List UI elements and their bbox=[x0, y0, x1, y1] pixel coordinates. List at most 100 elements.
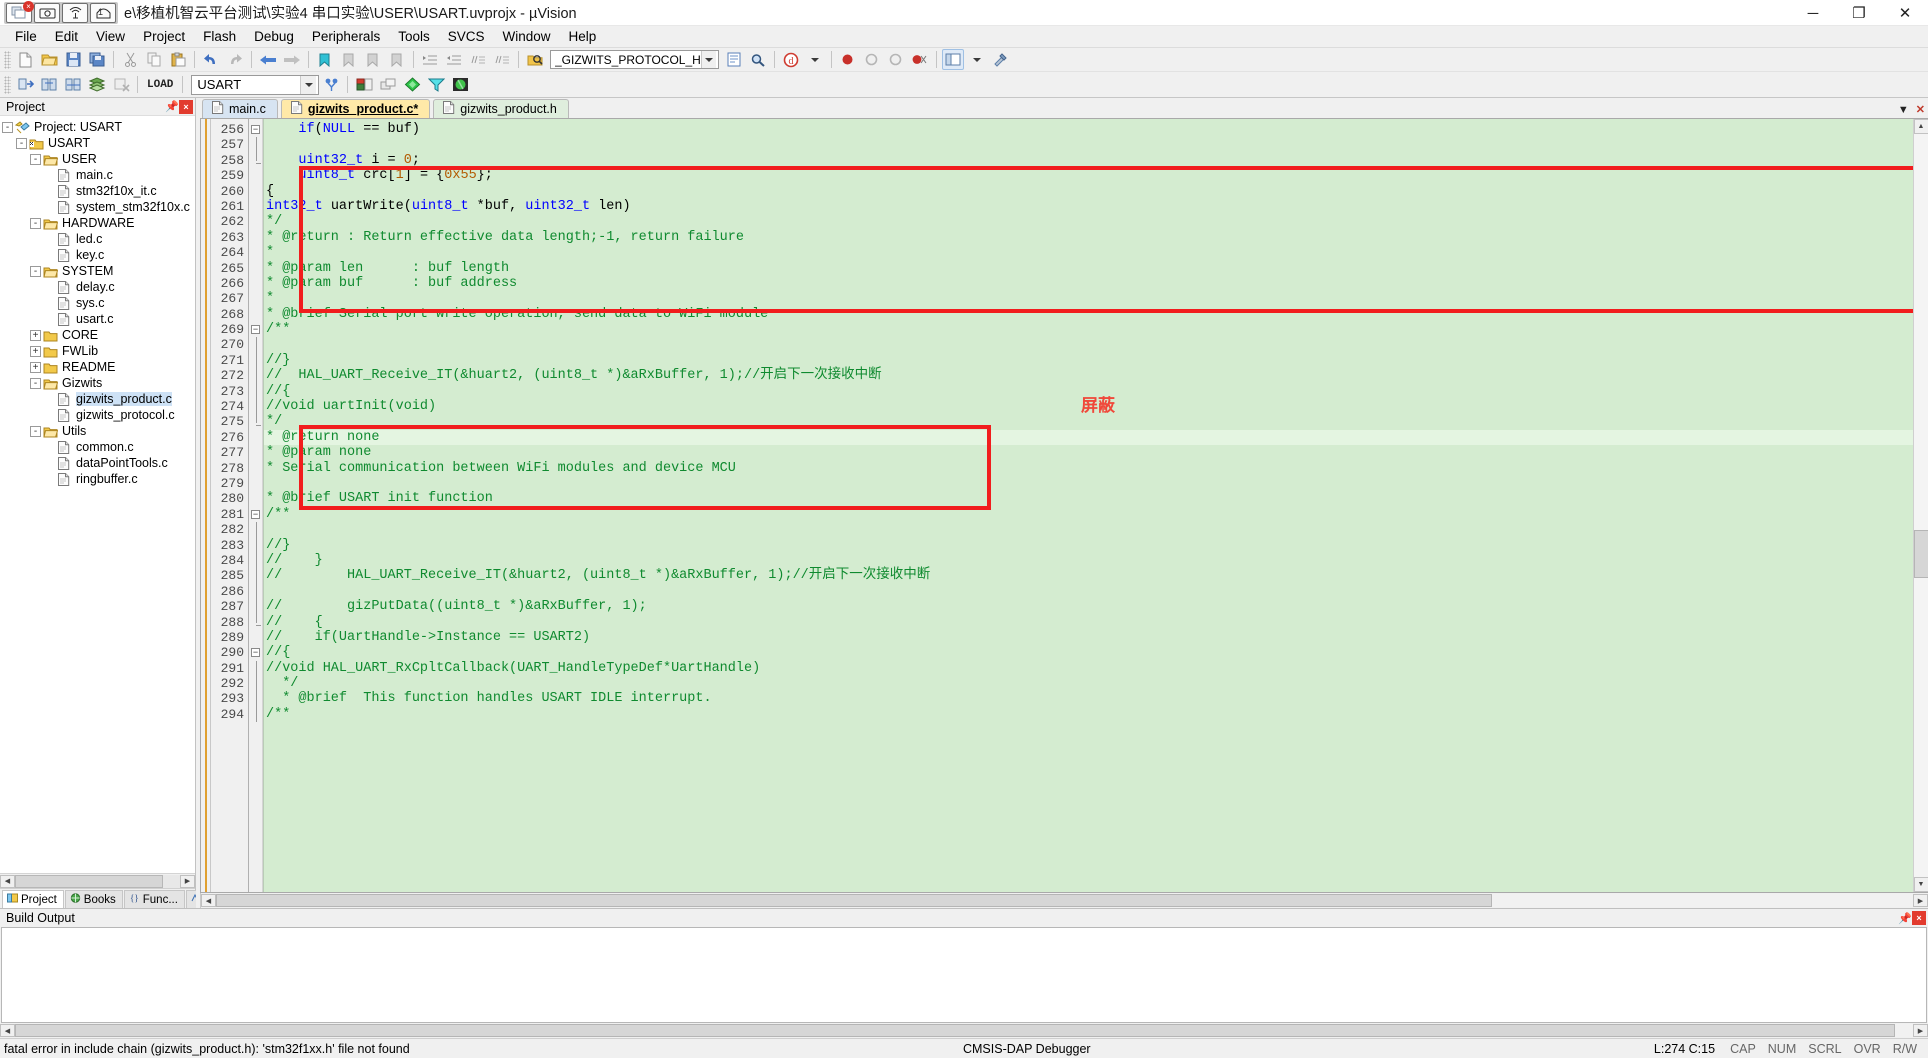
tree-item-system-stm32f10x-c[interactable]: system_stm32f10x.c bbox=[0, 199, 195, 215]
menu-project[interactable]: Project bbox=[134, 27, 194, 47]
code-folding-column[interactable]: − − − − bbox=[249, 119, 263, 892]
tree-expander[interactable]: - bbox=[2, 121, 13, 133]
build-hscroll-track[interactable] bbox=[15, 1024, 1913, 1037]
tree-item-system[interactable]: - SYSTEM bbox=[0, 263, 195, 279]
pin-icon[interactable]: 📌 bbox=[165, 100, 179, 114]
code-line[interactable]: * @return none bbox=[263, 429, 1913, 446]
code-line[interactable]: * @brief USART init function bbox=[263, 491, 1913, 506]
tree-item-readme[interactable]: + README bbox=[0, 359, 195, 375]
rebuild-icon[interactable] bbox=[62, 74, 84, 95]
tree-expander[interactable]: + bbox=[30, 361, 41, 373]
code-line[interactable]: int32_t uartWrite(uint8_t *buf, uint32_t… bbox=[263, 199, 1913, 214]
maximize-button[interactable]: ❐ bbox=[1836, 0, 1882, 26]
menu-view[interactable]: View bbox=[87, 27, 134, 47]
tree-item-led-c[interactable]: led.c bbox=[0, 231, 195, 247]
code-line[interactable]: * @brief This function handles USART IDL… bbox=[263, 691, 1913, 706]
undo-icon[interactable] bbox=[200, 49, 222, 70]
bookmark-toggle-icon[interactable] bbox=[314, 49, 336, 70]
layout-dropdown-icon[interactable] bbox=[966, 49, 988, 70]
code-line[interactable]: * @param buf : buf address bbox=[263, 276, 1913, 291]
build-output-body[interactable] bbox=[1, 927, 1927, 1023]
open-file-icon[interactable] bbox=[38, 49, 60, 70]
outdent-icon[interactable] bbox=[443, 49, 465, 70]
cut-icon[interactable] bbox=[119, 49, 141, 70]
code-line[interactable]: /** bbox=[263, 707, 1913, 722]
copy-icon[interactable] bbox=[143, 49, 165, 70]
editor-hscrollbar[interactable]: ◀ ▶ bbox=[200, 893, 1928, 908]
breakpoint-icon[interactable] bbox=[837, 49, 859, 70]
save-all-icon[interactable] bbox=[86, 49, 108, 70]
menu-help[interactable]: Help bbox=[560, 27, 606, 47]
code-line[interactable]: // HAL_UART_Receive_IT(&huart2, (uint8_t… bbox=[263, 368, 1913, 383]
project-tree-hscrollbar[interactable]: ◀ ▶ bbox=[0, 873, 195, 888]
hscroll-track[interactable] bbox=[15, 874, 180, 888]
code-line[interactable]: //{ bbox=[263, 645, 1913, 660]
code-text-area[interactable]: if(NULL == buf) uint32_t i = 0; uint8_t … bbox=[263, 119, 1913, 892]
tree-expander[interactable]: - bbox=[30, 217, 41, 229]
code-line[interactable]: //void HAL_UART_RxCpltCallback(UART_Hand… bbox=[263, 661, 1913, 676]
menu-tools[interactable]: Tools bbox=[389, 27, 439, 47]
code-line[interactable]: /** bbox=[263, 507, 1913, 522]
scroll-right-icon[interactable]: ▶ bbox=[1913, 894, 1928, 907]
tree-item-gizwits-protocol-c[interactable]: gizwits_protocol.c bbox=[0, 407, 195, 423]
code-line[interactable]: * @return : Return effective data length… bbox=[263, 230, 1913, 245]
fold-cell[interactable]: − bbox=[249, 645, 262, 660]
tree-item-utils[interactable]: - Utils bbox=[0, 423, 195, 439]
tree-item-hardware[interactable]: - HARDWARE bbox=[0, 215, 195, 231]
redo-icon[interactable] bbox=[224, 49, 246, 70]
editor-tab-gizwits-product-c-[interactable]: gizwits_product.c* bbox=[280, 99, 431, 118]
tree-item-stm32f10x-it-c[interactable]: stm32f10x_it.c bbox=[0, 183, 195, 199]
code-line[interactable] bbox=[263, 476, 1913, 491]
menu-flash[interactable]: Flash bbox=[194, 27, 245, 47]
code-line[interactable]: * @brief Serial port write operation, se… bbox=[263, 307, 1913, 322]
editor-tab-gizwits-product-h[interactable]: gizwits_product.h bbox=[433, 99, 569, 118]
fold-collapse-icon[interactable]: − bbox=[251, 125, 260, 135]
tree-expander[interactable]: + bbox=[30, 345, 41, 357]
scroll-up-icon[interactable]: ▲ bbox=[1913, 119, 1928, 134]
pane-tab-project[interactable]: Project bbox=[2, 890, 64, 908]
tree-expander[interactable]: - bbox=[30, 265, 41, 277]
tree-item-sys-c[interactable]: sys.c bbox=[0, 295, 195, 311]
tree-item-core[interactable]: + CORE bbox=[0, 327, 195, 343]
find-in-files-icon[interactable] bbox=[524, 49, 546, 70]
code-line[interactable]: uint32_t i = 0; bbox=[263, 153, 1913, 168]
editor-vscrollbar[interactable]: ▲ ▼ bbox=[1913, 119, 1928, 892]
uncomment-icon[interactable] bbox=[491, 49, 513, 70]
tree-item-fwlib[interactable]: + FWLib bbox=[0, 343, 195, 359]
multi-project-icon[interactable] bbox=[377, 74, 399, 95]
pack-installer-icon[interactable] bbox=[401, 74, 423, 95]
code-line[interactable]: // if(UartHandle->Instance == USART2) bbox=[263, 630, 1913, 645]
save-icon[interactable] bbox=[62, 49, 84, 70]
bookmark-next-icon[interactable] bbox=[362, 49, 384, 70]
fold-cell[interactable]: − bbox=[249, 122, 262, 137]
scroll-right-icon[interactable]: ▶ bbox=[1913, 1024, 1928, 1037]
project-tree[interactable]: - Project: USART - USART - USER main.c stm32f10… bbox=[0, 116, 195, 873]
navigate-forward-icon[interactable] bbox=[281, 49, 303, 70]
close-button[interactable]: ✕ bbox=[1882, 0, 1928, 26]
debug-dropdown-icon[interactable] bbox=[804, 49, 826, 70]
code-line[interactable]: /** bbox=[263, 322, 1913, 337]
fold-collapse-icon[interactable]: − bbox=[251, 648, 260, 658]
tab-close-icon[interactable]: ✕ bbox=[1916, 103, 1925, 116]
manage-project-items-icon[interactable] bbox=[353, 74, 375, 95]
menu-file[interactable]: File bbox=[6, 27, 46, 47]
code-line[interactable]: //} bbox=[263, 353, 1913, 368]
code-line[interactable]: // HAL_UART_Receive_IT(&huart2, (uint8_t… bbox=[263, 568, 1913, 583]
tree-item-delay-c[interactable]: delay.c bbox=[0, 279, 195, 295]
code-line[interactable]: * Serial communication between WiFi modu… bbox=[263, 461, 1913, 476]
disable-breakpoint-icon[interactable] bbox=[861, 49, 883, 70]
bookmark-prev-icon[interactable] bbox=[338, 49, 360, 70]
code-line[interactable]: // { bbox=[263, 615, 1913, 630]
fold-cell[interactable]: − bbox=[249, 322, 262, 337]
code-line[interactable]: * bbox=[263, 245, 1913, 260]
build-hscroll-thumb[interactable] bbox=[15, 1024, 1895, 1037]
window-layout-icon[interactable] bbox=[941, 49, 964, 70]
browse-icon[interactable] bbox=[723, 49, 745, 70]
target-combo-arrow-icon[interactable] bbox=[300, 75, 317, 94]
code-line[interactable] bbox=[263, 584, 1913, 599]
code-line[interactable]: uint8_t crc[1] = {0x55}; bbox=[263, 168, 1913, 183]
build-icon[interactable] bbox=[38, 74, 60, 95]
code-line[interactable] bbox=[263, 522, 1913, 537]
tree-item-common-c[interactable]: common.c bbox=[0, 439, 195, 455]
run-to-cursor-icon[interactable] bbox=[449, 74, 471, 95]
